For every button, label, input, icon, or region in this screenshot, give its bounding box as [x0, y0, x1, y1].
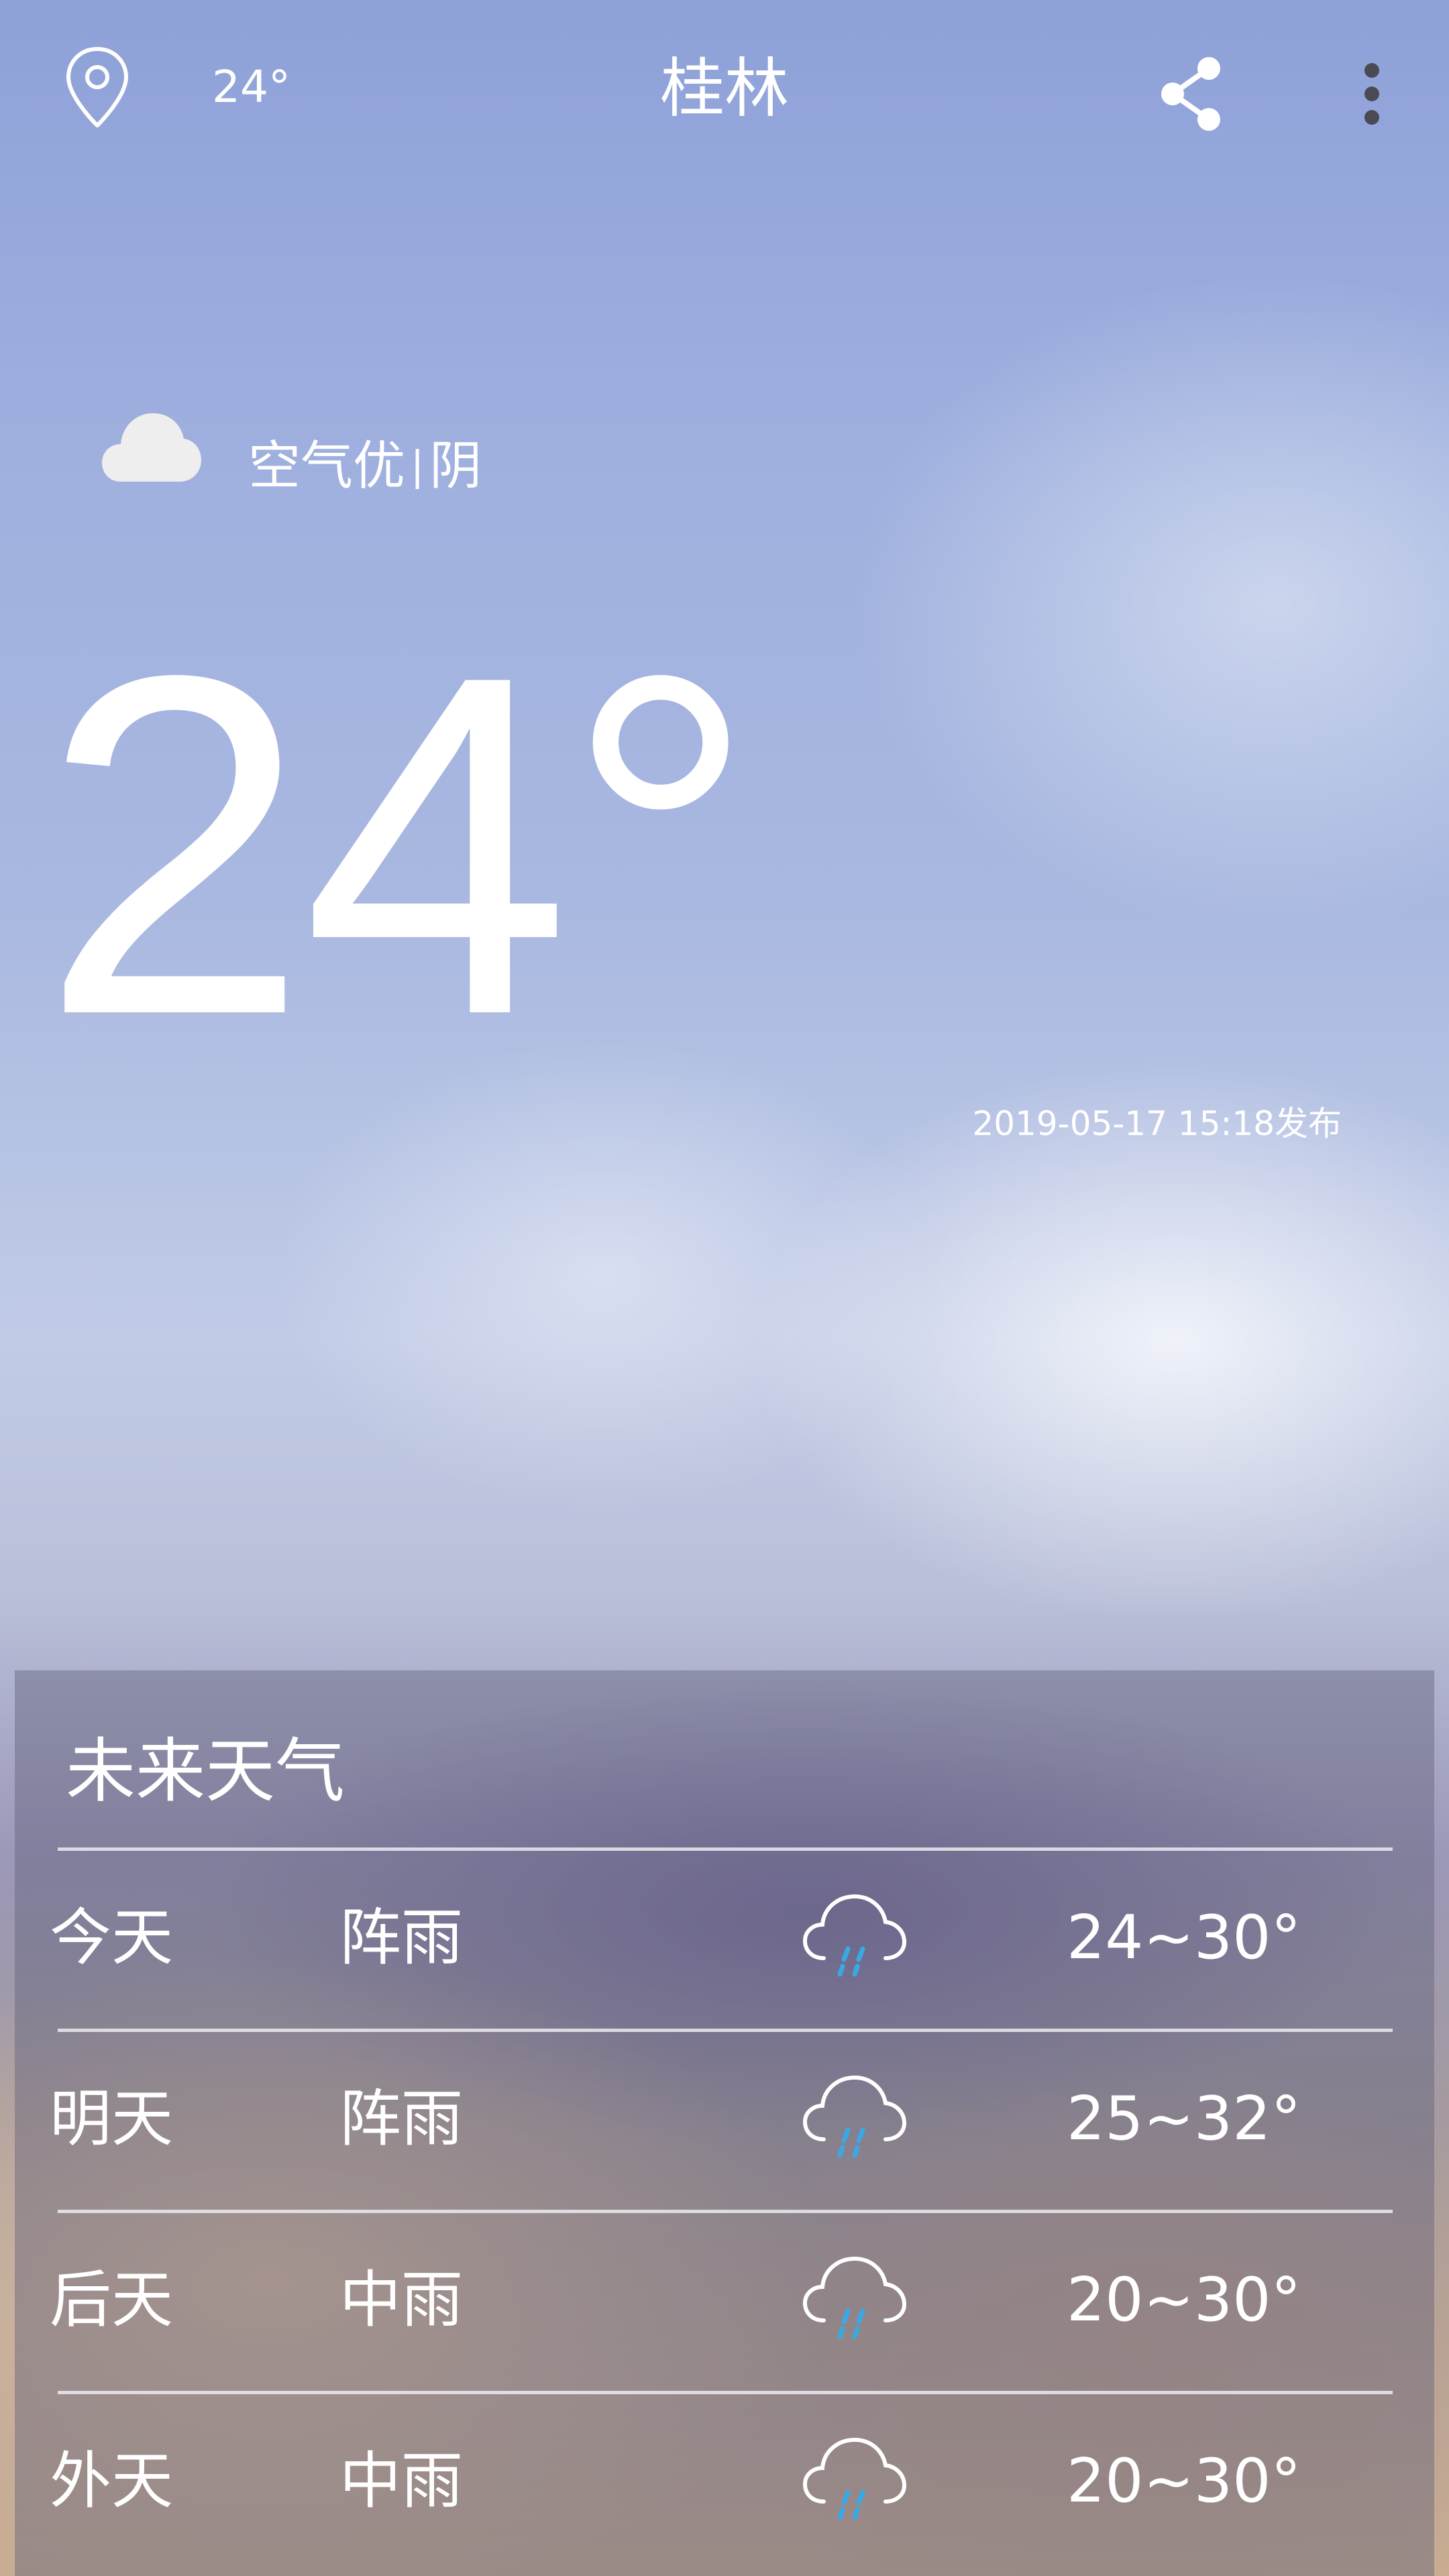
rain-cloud-icon	[801, 1891, 908, 1985]
more-vertical-icon	[1364, 63, 1379, 125]
forecast-day: 今天	[50, 1902, 174, 1974]
forecast-condition: 中雨	[339, 2445, 464, 2517]
forecast-panel: 未来天气 今天 阵雨 24~30° 明天 阵雨 25~32° 后天 中雨 20~…	[15, 1670, 1434, 2576]
forecast-range: 20~30°	[1067, 2446, 1301, 2516]
rain-cloud-icon	[801, 2434, 908, 2528]
forecast-row-today[interactable]: 今天 阵雨 24~30°	[50, 1847, 1393, 2029]
share-button[interactable]	[1140, 47, 1241, 141]
forecast-row-day-after[interactable]: 后天 中雨 20~30°	[50, 2210, 1393, 2391]
forecast-condition: 阵雨	[339, 1902, 464, 1974]
forecast-range: 25~32°	[1067, 2084, 1301, 2154]
forecast-list: 今天 阵雨 24~30° 明天 阵雨 25~32° 后天 中雨 20~30° 外…	[15, 1670, 1434, 2576]
forecast-day: 后天	[50, 2264, 174, 2336]
forecast-day: 外天	[50, 2445, 174, 2517]
rain-cloud-icon	[801, 2253, 908, 2347]
publish-time: 2019-05-17 15:18发布	[972, 1104, 1342, 1143]
location-button[interactable]	[54, 40, 141, 134]
rain-cloud-icon	[801, 2072, 908, 2166]
location-pin-icon	[66, 47, 128, 127]
forecast-row-tomorrow[interactable]: 明天 阵雨 25~32°	[50, 2029, 1393, 2210]
current-temperature: 24°	[40, 575, 757, 1115]
air-quality-label: 空气优	[248, 436, 406, 496]
forecast-day: 明天	[50, 2083, 174, 2155]
cloud-icon	[101, 402, 201, 490]
top-bar: 24° 桂林	[0, 0, 1449, 181]
forecast-condition: 中雨	[339, 2264, 464, 2336]
forecast-range: 24~30°	[1067, 1902, 1301, 1973]
header-temperature: 24°	[212, 61, 290, 113]
forecast-row-third-day[interactable]: 外天 中雨 20~30°	[50, 2391, 1393, 2572]
more-options-button[interactable]	[1335, 47, 1409, 141]
separator: |	[411, 443, 425, 490]
air-quality-weather: 空气优 | 阴	[248, 433, 482, 500]
forecast-range: 20~30°	[1067, 2265, 1301, 2335]
share-icon	[1161, 57, 1220, 131]
forecast-condition: 阵雨	[339, 2083, 464, 2155]
city-name[interactable]: 桂林	[523, 48, 926, 129]
weather-condition: 阴	[429, 436, 482, 496]
